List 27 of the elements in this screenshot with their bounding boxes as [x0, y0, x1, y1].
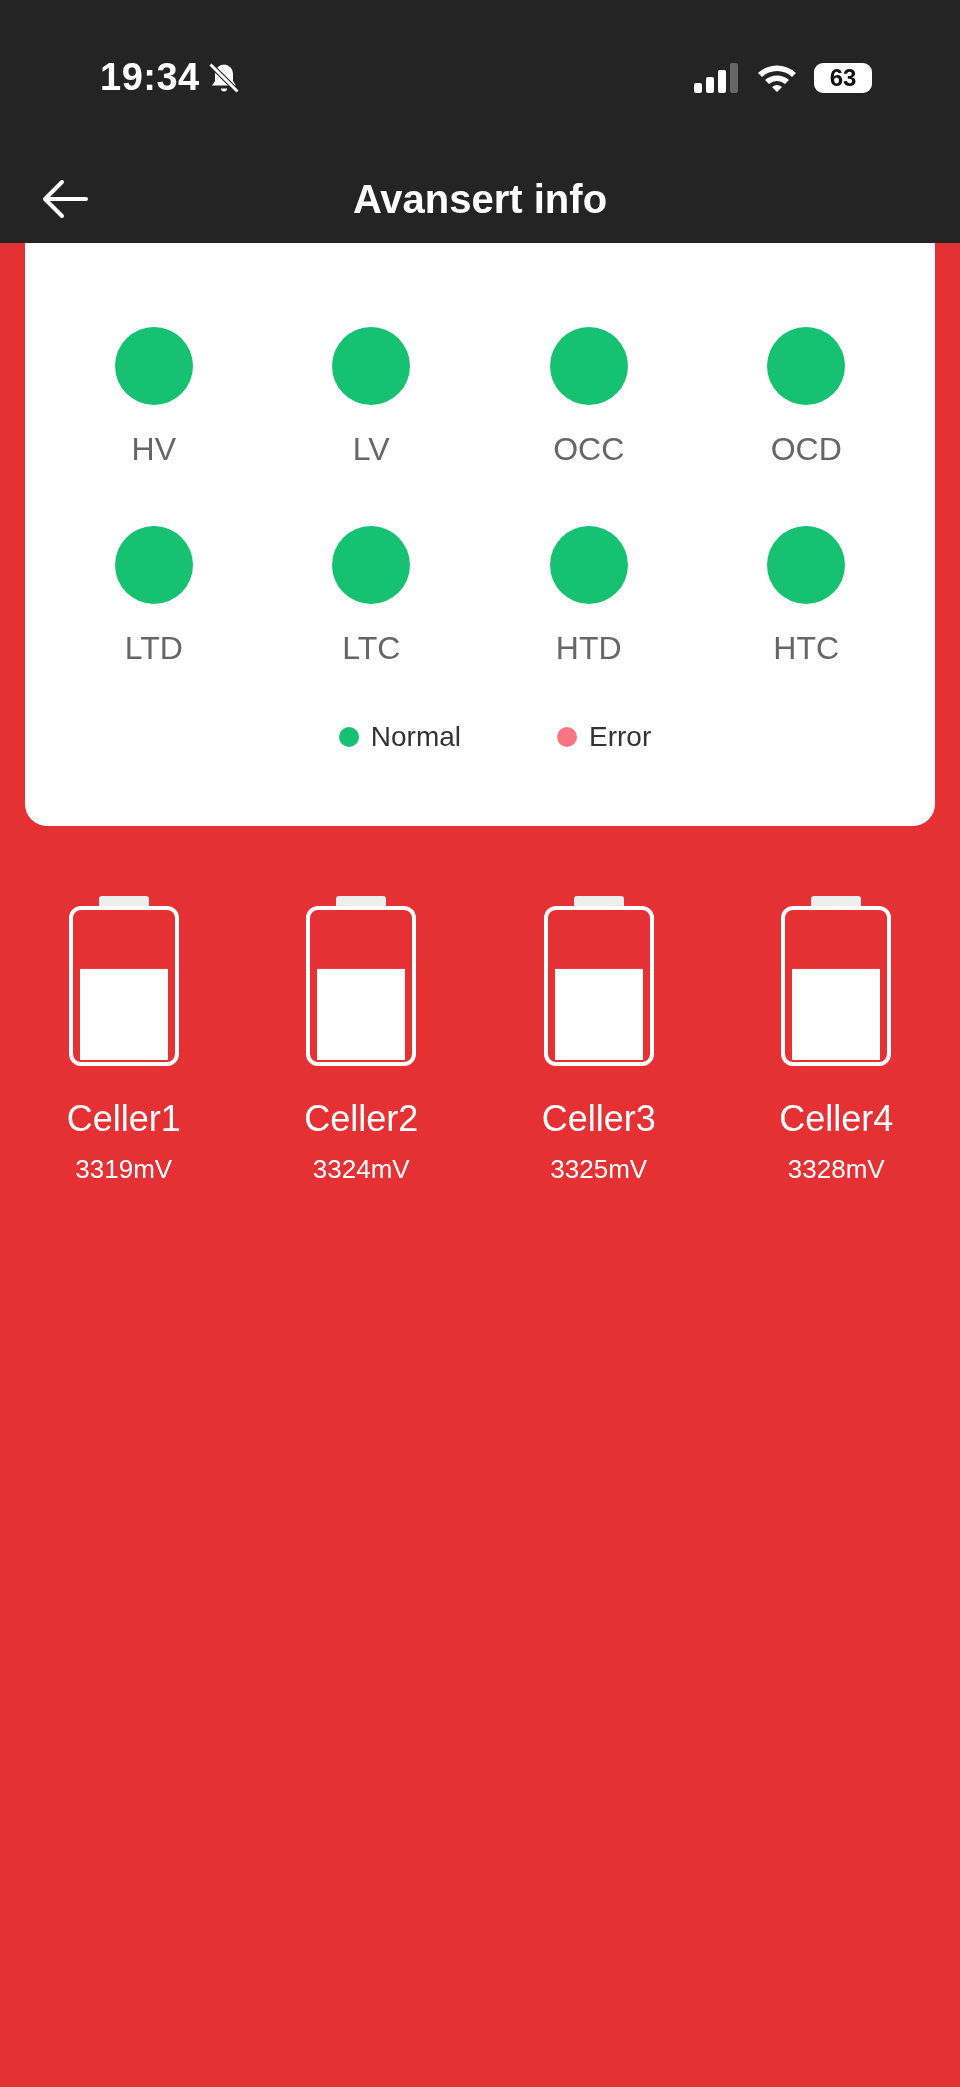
signal-icon: [694, 62, 740, 93]
back-button[interactable]: [40, 177, 90, 221]
cell-name: Celler1: [66, 1098, 181, 1140]
page-title: Avansert info: [352, 176, 608, 222]
cell-voltage: 3319mV: [75, 1154, 173, 1185]
status-label: LTC: [342, 630, 401, 667]
battery-icon: [543, 896, 654, 1066]
cell-name: Celler4: [779, 1098, 894, 1140]
legend-label: Error: [589, 721, 652, 753]
status-label: HTD: [555, 630, 622, 667]
status-label: OCD: [770, 431, 842, 468]
cell-name: Celler2: [304, 1098, 419, 1140]
battery-icon: [781, 896, 892, 1066]
legend-label: Normal: [370, 721, 461, 753]
status-label: OCC: [553, 431, 625, 468]
battery-icon: [68, 896, 179, 1066]
battery-icon: [306, 896, 417, 1066]
clock-time: 19:34: [100, 56, 200, 99]
cell-voltage: 3325mV: [550, 1154, 648, 1185]
cell-voltage: 3328mV: [787, 1154, 885, 1185]
status-label: HTC: [773, 630, 840, 667]
cell-name: Celler3: [541, 1098, 656, 1140]
status-label: LV: [352, 431, 390, 468]
status-label: HV: [131, 431, 176, 468]
cell-voltage: 3324mV: [312, 1154, 410, 1185]
status-label: LTD: [124, 630, 183, 667]
battery-indicator: 63: [814, 62, 872, 93]
